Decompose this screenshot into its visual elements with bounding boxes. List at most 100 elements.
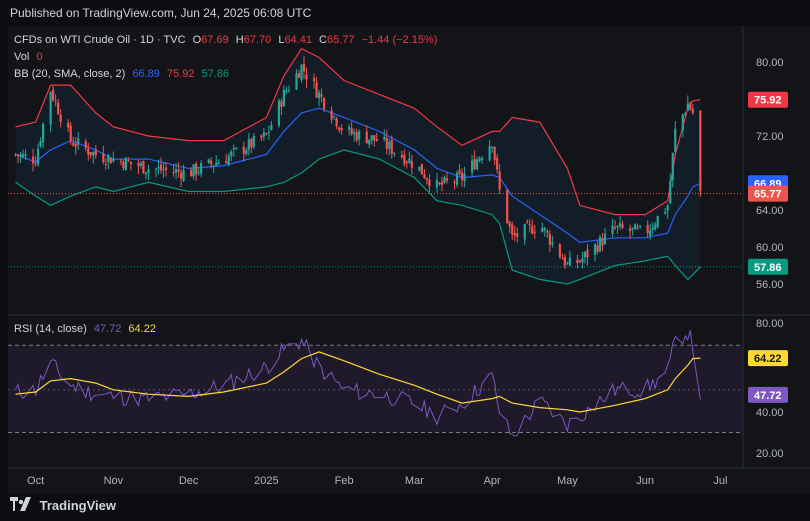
candle-body xyxy=(300,64,303,81)
candle-body xyxy=(142,161,145,174)
open-label: O xyxy=(192,34,202,46)
rsi-tick-label: 40.00 xyxy=(756,407,784,419)
bb-upper-value: 75.92 xyxy=(166,68,195,80)
candle-body xyxy=(684,113,687,116)
vol-legend[interactable]: Vol 0 xyxy=(14,51,46,63)
bb-legend[interactable]: BB (20, SMA, close, 2) 66.89 75.92 57.86 xyxy=(14,68,233,80)
candle-body xyxy=(37,148,40,165)
rsi-legend[interactable]: RSI (14, close) 47.72 64.22 xyxy=(14,323,160,335)
candle-body xyxy=(531,226,534,234)
candle-body xyxy=(355,132,358,141)
candle-body xyxy=(320,94,323,97)
candle-body xyxy=(656,215,659,227)
candle-body xyxy=(428,179,431,187)
candle-body xyxy=(651,227,654,230)
candle-body xyxy=(54,100,57,102)
candle-body xyxy=(297,73,301,78)
candle-body xyxy=(596,245,599,252)
candle-body xyxy=(192,164,195,177)
candle-body xyxy=(435,180,439,188)
candle-body xyxy=(566,263,569,265)
last-price-badge: 65.77 xyxy=(754,189,782,201)
candle-body xyxy=(563,256,566,266)
tradingview-footer[interactable]: TradingView xyxy=(10,496,116,516)
candle-body xyxy=(523,224,526,240)
candle-body xyxy=(287,90,291,92)
candle-body xyxy=(322,98,326,109)
candle-body xyxy=(699,110,702,192)
candle-body xyxy=(646,225,649,234)
candle-body xyxy=(295,73,298,90)
candle-body xyxy=(212,165,215,167)
candle-body xyxy=(513,233,516,236)
candle-body xyxy=(174,169,178,173)
time-tick-label: Feb xyxy=(335,475,354,487)
candle-body xyxy=(654,224,657,230)
candle-body xyxy=(109,157,112,164)
candle-body xyxy=(671,152,674,181)
time-tick-label: Jun xyxy=(636,475,654,487)
candle-body xyxy=(330,110,333,120)
candle-body xyxy=(586,249,589,258)
candle-body xyxy=(24,154,27,156)
symbol-label[interactable]: CFDs on WTI Crude Oil · 1D · TVC xyxy=(14,34,186,46)
candle-body xyxy=(601,238,604,246)
candle-body xyxy=(250,138,253,148)
candle-body xyxy=(52,89,55,100)
candle-body xyxy=(74,144,77,147)
candle-body xyxy=(107,155,110,163)
candle-body xyxy=(598,237,602,252)
candle-body xyxy=(475,159,479,170)
candle-body xyxy=(634,224,637,230)
candle-body xyxy=(603,233,607,245)
candle-body xyxy=(348,126,351,130)
candle-body xyxy=(92,151,95,156)
candle-body xyxy=(438,182,441,184)
vol-value: 0 xyxy=(36,51,43,63)
candle-body xyxy=(551,241,554,245)
high-label: H xyxy=(235,34,244,46)
candle-body xyxy=(49,91,52,125)
candle-body xyxy=(420,163,424,175)
candle-body xyxy=(543,227,546,230)
candle-body xyxy=(215,162,218,166)
candle-body xyxy=(157,167,160,169)
candle-body xyxy=(418,166,421,171)
candle-body xyxy=(561,258,564,260)
candle-body xyxy=(260,135,263,138)
rsi-label[interactable]: RSI (14, close) xyxy=(14,323,87,335)
candle-body xyxy=(440,181,444,185)
candle-body xyxy=(280,101,283,107)
bb-label[interactable]: BB (20, SMA, close, 2) xyxy=(14,68,125,80)
candle-body xyxy=(423,174,426,179)
candle-body xyxy=(463,173,466,182)
candle-body xyxy=(340,127,343,131)
candle-body xyxy=(631,227,634,229)
candle-body xyxy=(305,74,308,80)
candle-body xyxy=(42,123,45,142)
candle-body xyxy=(210,160,213,165)
rsi-ma-value: 64.22 xyxy=(128,323,156,335)
price-pane xyxy=(8,47,743,285)
candle-body xyxy=(67,122,70,128)
candle-body xyxy=(302,63,306,72)
candle-body xyxy=(578,260,582,262)
candle-body xyxy=(388,141,391,149)
candle-body xyxy=(147,169,150,174)
candle-body xyxy=(84,141,87,149)
published-text: Published on TradingView.com, Jun 24, 20… xyxy=(10,6,312,20)
candle-body xyxy=(498,171,501,190)
candle-body xyxy=(473,158,476,169)
candle-body xyxy=(410,161,413,168)
vol-label[interactable]: Vol xyxy=(14,51,29,63)
low-value: 64.41 xyxy=(284,34,312,46)
chart-area[interactable]: 80.00 72.00 64.00 60.00 56.00 75.92 66.89 65.77… xyxy=(8,26,810,494)
candle-body xyxy=(516,233,519,237)
ohlc-legend[interactable]: CFDs on WTI Crude Oil · 1D · TVC O67.69 … xyxy=(14,34,441,46)
candle-body xyxy=(358,131,361,140)
chart-svg[interactable]: 80.00 72.00 64.00 60.00 56.00 75.92 66.89 65.77… xyxy=(8,26,810,494)
bb-upper-badge: 75.92 xyxy=(754,95,782,107)
candle-body xyxy=(365,131,368,144)
candle-body xyxy=(190,169,193,177)
candle-body xyxy=(526,221,529,224)
